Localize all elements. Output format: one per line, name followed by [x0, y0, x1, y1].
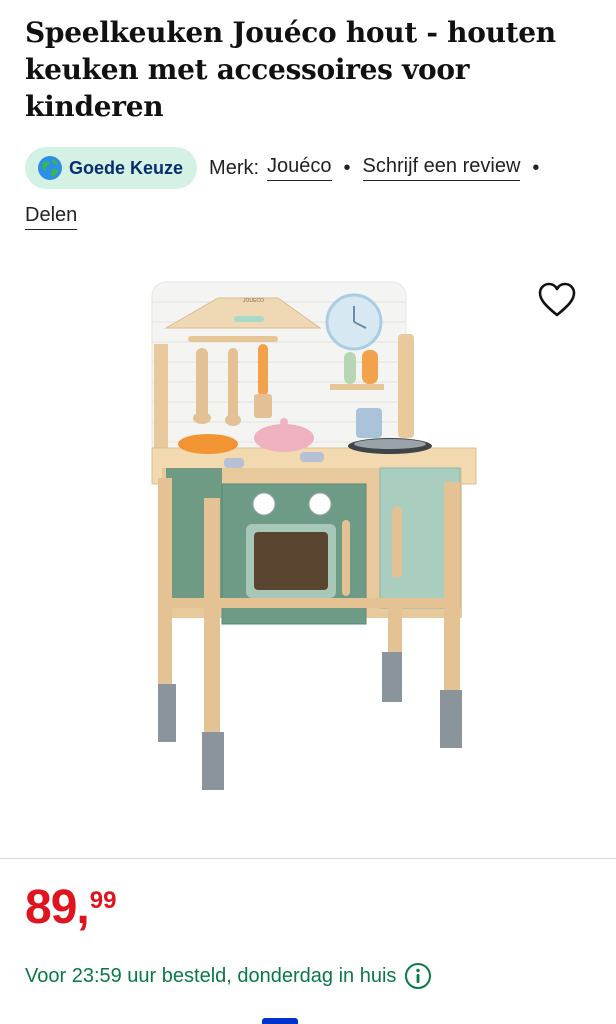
hood-logo-text: JOUECO: [243, 298, 264, 304]
brand-link[interactable]: Jouéco: [267, 155, 332, 181]
section-divider: [0, 858, 616, 859]
product-image[interactable]: JOUECO: [148, 258, 488, 838]
brand-prefix: Merk:: [209, 156, 260, 179]
delivery-text: Voor 23:59 uur besteld, donderdag in hui…: [25, 964, 397, 987]
delivery-info: Voor 23:59 uur besteld, donderdag in hui…: [25, 962, 432, 990]
product-meta-row: Goede Keuze Merk: Jouéco • Schrijf een r…: [25, 146, 605, 190]
price-whole: 89,: [25, 881, 90, 934]
goede-keuze-badge[interactable]: Goede Keuze: [25, 147, 198, 189]
info-icon[interactable]: [404, 962, 432, 990]
share-link[interactable]: Delen: [25, 204, 78, 230]
bottom-bar-indicator: [262, 1018, 298, 1024]
globe-icon: [38, 156, 62, 180]
product-title: Speelkeuken Jouéco hout - houten keuken …: [25, 16, 556, 123]
separator-dot: •: [343, 156, 351, 179]
heart-icon[interactable]: [538, 282, 576, 318]
badge-label: Goede Keuze: [69, 157, 184, 178]
price: 89, 99: [25, 882, 116, 934]
price-cents: 99: [89, 887, 117, 914]
separator-dot: •: [532, 156, 540, 179]
write-review-link[interactable]: Schrijf een review: [362, 155, 521, 181]
